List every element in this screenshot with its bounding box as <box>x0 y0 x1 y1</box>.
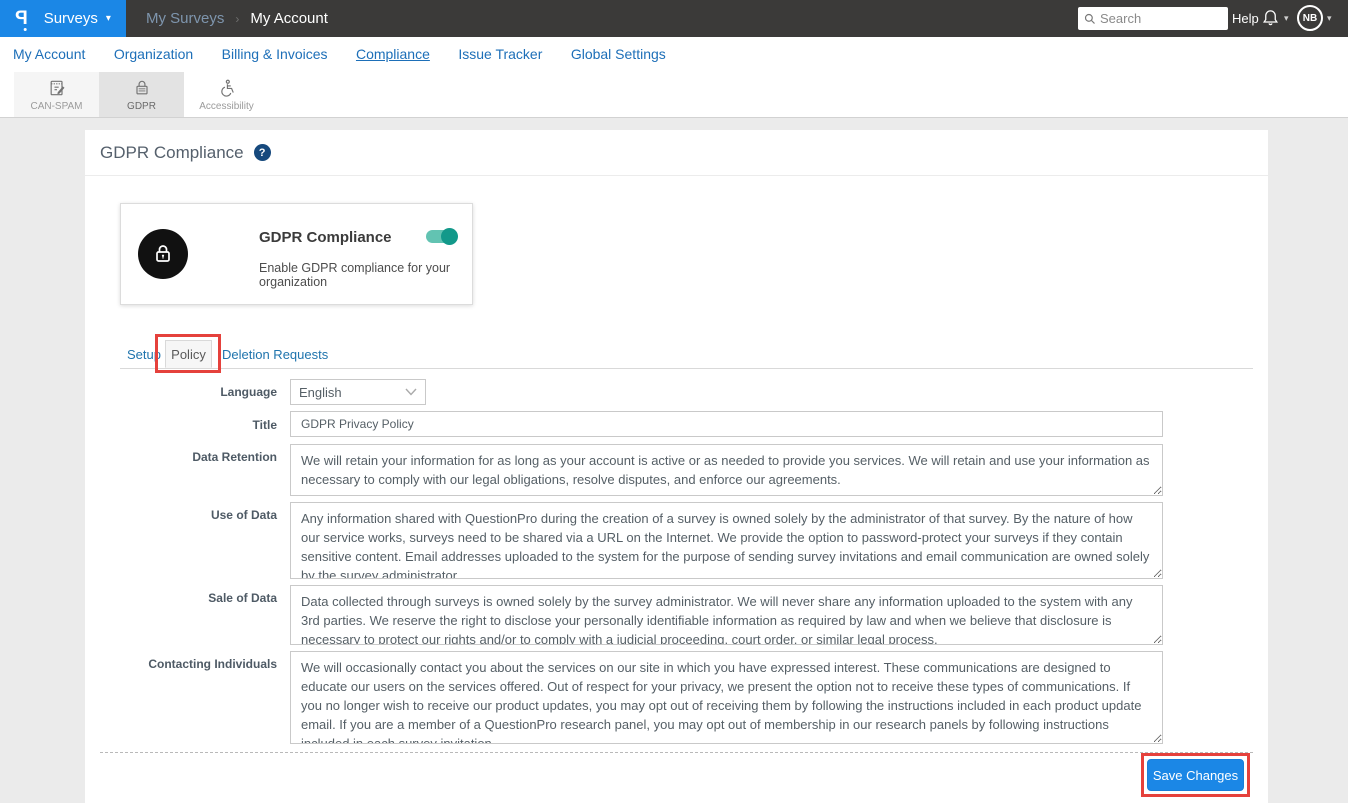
gdpr-card-description: Enable GDPR compliance for your organiza… <box>259 261 472 289</box>
language-value: English <box>299 385 342 400</box>
chevron-down-icon: ▾ <box>1327 13 1332 24</box>
account-menu[interactable]: NB ▾ <box>1297 5 1332 31</box>
compliance-tab-bar: CAN-SPAM GDPR Accessibility <box>0 72 1348 118</box>
title-input[interactable] <box>290 411 1163 437</box>
wheelchair-icon <box>217 78 237 98</box>
sale-of-data-textarea[interactable] <box>290 585 1163 645</box>
page-title: GDPR Compliance <box>100 143 244 163</box>
chevron-down-icon: ▾ <box>1284 13 1289 24</box>
search-icon <box>1084 13 1096 25</box>
tab-deletion-requests[interactable]: Deletion Requests <box>222 341 328 368</box>
field-label: Title <box>85 418 277 432</box>
contacting-individuals-textarea[interactable] <box>290 651 1163 744</box>
nav-item-billing-invoices[interactable]: Billing & Invoices <box>211 37 339 72</box>
policy-tab-bar: Setup Policy Deletion Requests <box>120 341 1253 369</box>
search-box[interactable] <box>1078 7 1228 30</box>
tab-setup[interactable]: Setup <box>127 341 161 368</box>
padlock-icon <box>132 78 152 98</box>
field-label: Use of Data <box>85 508 277 522</box>
nav-item-organization[interactable]: Organization <box>103 37 204 72</box>
product-name[interactable]: Surveys <box>44 10 98 27</box>
nav-item-issue-tracker[interactable]: Issue Tracker <box>447 37 553 72</box>
gdpr-compliance-panel: GDPR Compliance ? GDPR Compliance Enable… <box>85 130 1268 803</box>
field-label: Data Retention <box>85 450 277 464</box>
panel-header: GDPR Compliance ? <box>85 130 1268 176</box>
padlock-icon <box>151 242 175 266</box>
breadcrumb-parent[interactable]: My Surveys <box>146 10 224 27</box>
save-changes-button[interactable]: Save Changes <box>1147 759 1244 791</box>
chevron-down-icon <box>405 388 417 396</box>
breadcrumb: My Surveys › My Account <box>146 0 328 37</box>
help-link[interactable]: Help <box>1232 0 1259 37</box>
gdpr-card-title: GDPR Compliance <box>259 229 392 246</box>
account-nav: My Account Organization Billing & Invoic… <box>0 37 1348 72</box>
toggle-knob <box>441 228 458 245</box>
nav-item-compliance[interactable]: Compliance <box>345 37 441 72</box>
gdpr-toggle-card: GDPR Compliance Enable GDPR compliance f… <box>120 203 473 305</box>
document-pencil-icon <box>47 78 67 98</box>
language-select[interactable]: English <box>290 379 426 405</box>
use-of-data-textarea[interactable] <box>290 502 1163 579</box>
notifications-menu[interactable]: ▾ <box>1261 8 1289 28</box>
tab-policy[interactable]: Policy <box>165 340 212 368</box>
search-input[interactable] <box>1100 11 1220 26</box>
breadcrumb-separator-icon: › <box>235 12 239 26</box>
tab-accessibility[interactable]: Accessibility <box>184 72 269 117</box>
tab-gdpr[interactable]: GDPR <box>99 72 184 117</box>
data-retention-textarea[interactable] <box>290 444 1163 496</box>
lock-badge <box>138 229 188 279</box>
field-label: Language <box>85 385 277 399</box>
section-divider <box>100 752 1253 753</box>
questionpro-logo-icon: P <box>15 9 28 28</box>
breadcrumb-current: My Account <box>250 10 328 27</box>
product-switcher[interactable]: P Surveys ▾ <box>0 0 126 37</box>
app-window: P Surveys ▾ My Surveys › My Account Help… <box>0 0 1348 803</box>
field-label: Sale of Data <box>85 591 277 605</box>
top-bar: P Surveys ▾ My Surveys › My Account Help… <box>0 0 1348 37</box>
nav-item-global-settings[interactable]: Global Settings <box>560 37 677 72</box>
gdpr-enabled-toggle[interactable] <box>426 230 456 243</box>
tab-label: CAN-SPAM <box>30 101 82 112</box>
tab-label: Accessibility <box>199 101 253 112</box>
tab-label: GDPR <box>127 101 156 112</box>
nav-item-my-account[interactable]: My Account <box>2 37 96 72</box>
chevron-down-icon: ▾ <box>106 13 111 24</box>
tab-can-spam[interactable]: CAN-SPAM <box>14 72 99 117</box>
avatar[interactable]: NB <box>1297 5 1323 31</box>
help-icon[interactable]: ? <box>254 144 271 161</box>
field-label: Contacting Individuals <box>85 657 277 671</box>
bell-icon <box>1261 8 1280 28</box>
